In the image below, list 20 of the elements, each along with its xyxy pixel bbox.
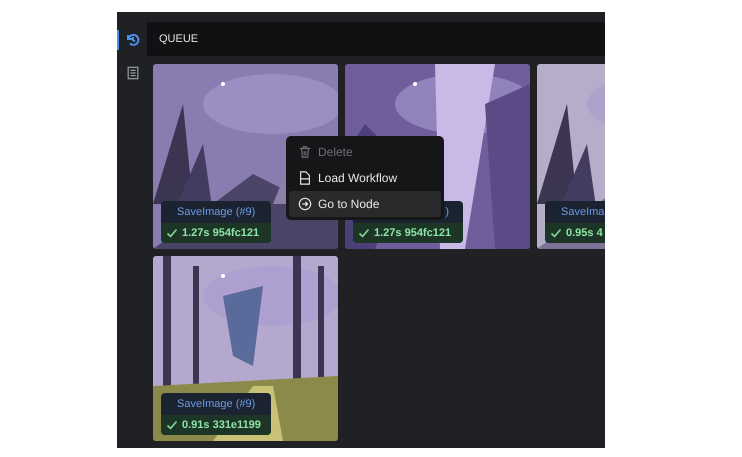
checkmark-icon	[358, 227, 370, 239]
node-label: SaveImage (#9)	[177, 396, 256, 412]
checkmark-icon	[166, 419, 178, 431]
document-icon	[298, 171, 312, 185]
menu-item[interactable]: Go to Node	[289, 191, 441, 217]
node-label: )	[445, 204, 449, 220]
node-label: SaveImage (#9)	[177, 204, 256, 220]
panel-title: QUEUE	[159, 32, 198, 47]
history-icon	[125, 32, 141, 48]
arrow-circle-icon	[298, 197, 312, 211]
run-info: 0.95s 4	[566, 226, 603, 241]
checkmark-icon	[166, 227, 178, 239]
run-info: 1.27s 954fc121	[182, 226, 260, 241]
menu-item[interactable]: Load Workflow	[289, 165, 441, 191]
document-icon	[126, 66, 140, 80]
checkmark-icon	[550, 227, 562, 239]
node-label: SaveIma	[561, 204, 604, 220]
run-info: 0.91s 331e1199	[182, 418, 261, 433]
trash-icon	[298, 145, 312, 159]
run-info: 1.27s 954fc121	[374, 226, 452, 241]
